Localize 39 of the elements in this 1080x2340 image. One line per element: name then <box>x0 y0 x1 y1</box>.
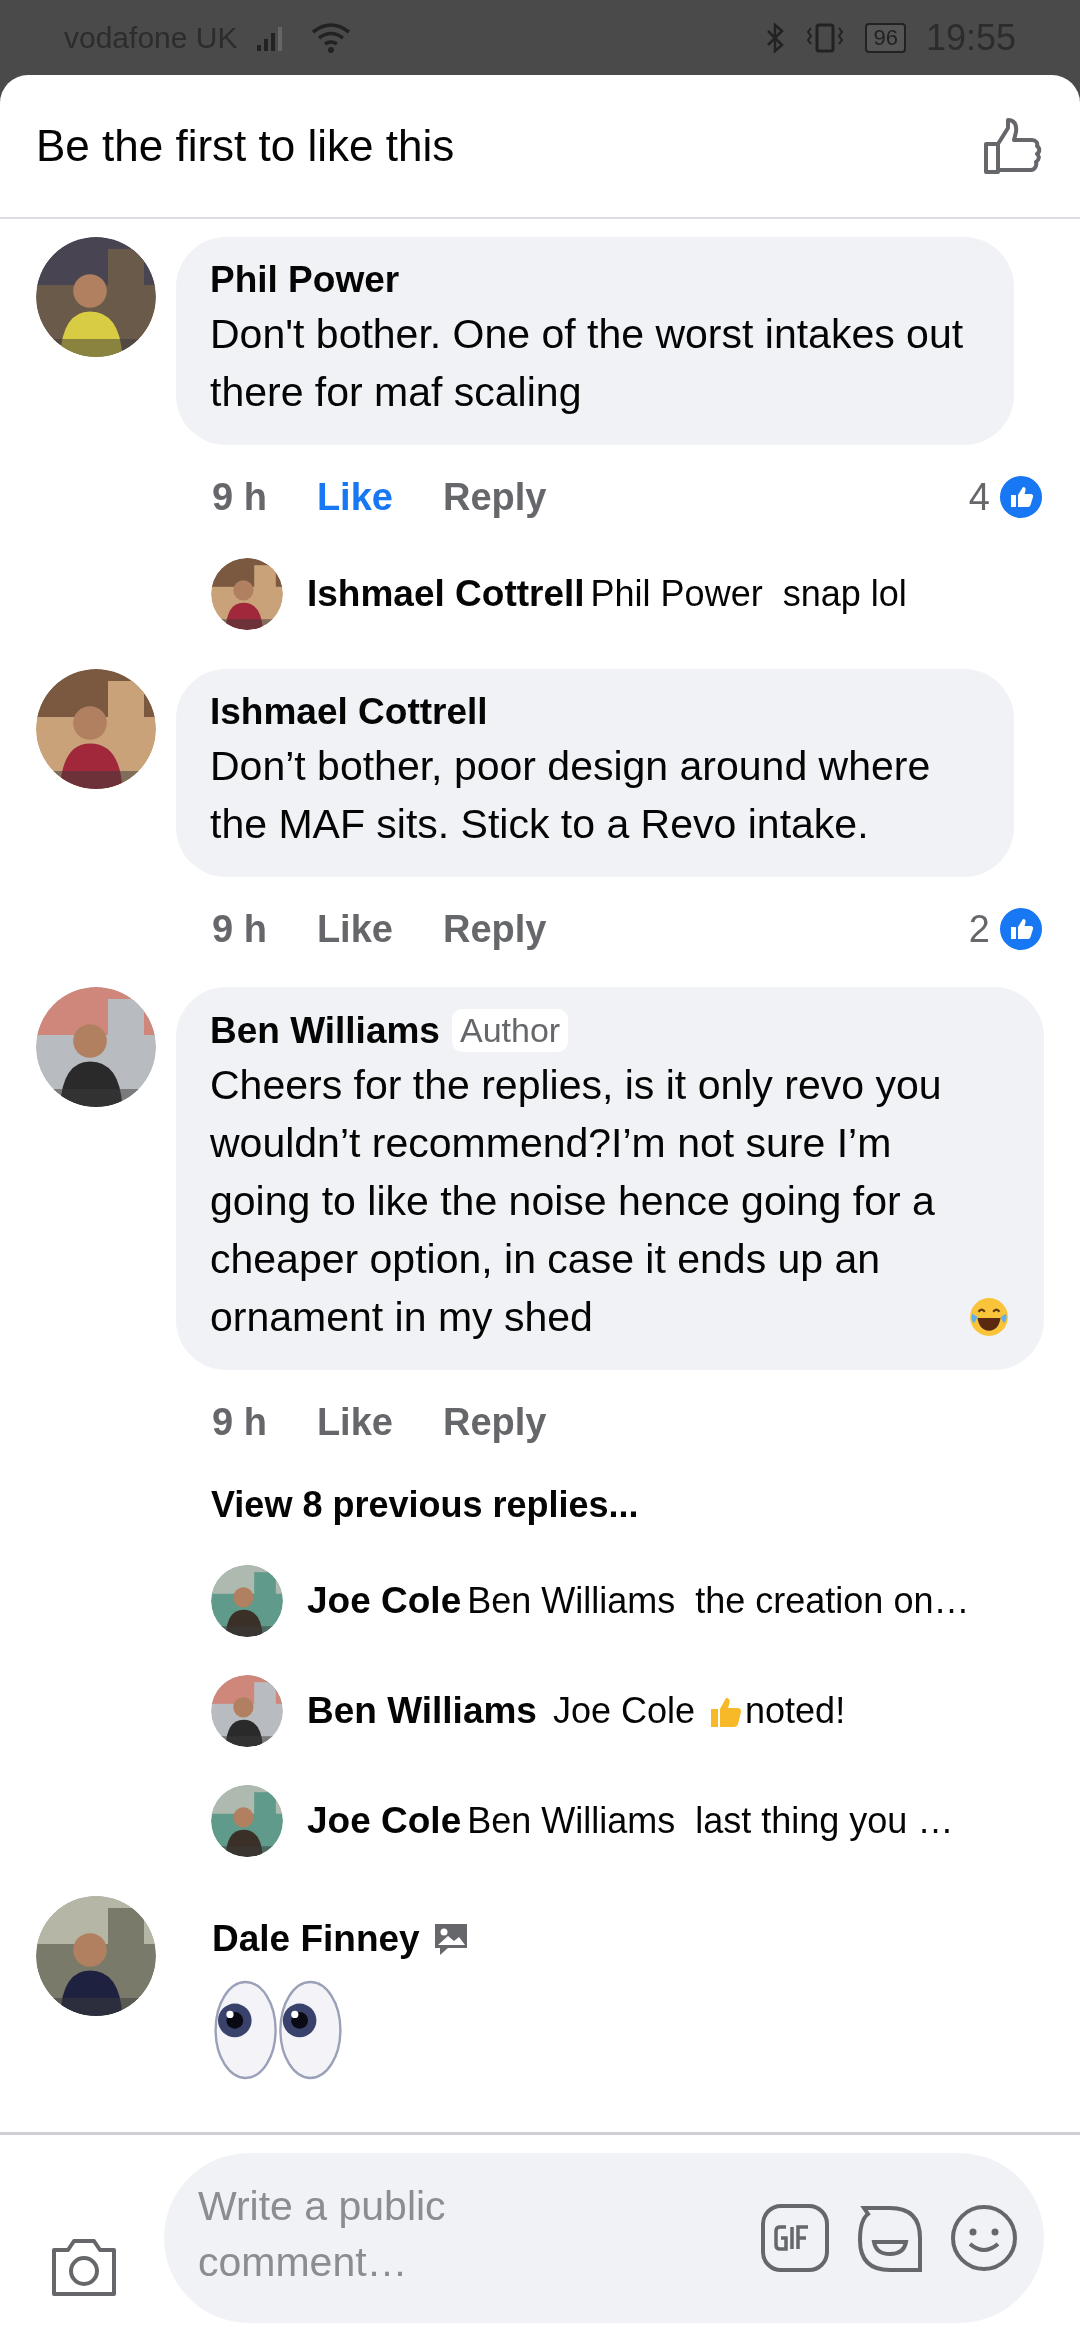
comment-time: 9 h <box>212 1400 267 1444</box>
commenter-name[interactable]: Ben Williams <box>210 1009 440 1052</box>
likes-summary: Be the first to like this <box>36 121 455 171</box>
view-more-replies-link[interactable]: View 8 previous replies... <box>176 1454 639 1546</box>
reply-text: Ben Williams last thing you … <box>467 1800 954 1842</box>
vibrate-icon <box>805 21 846 54</box>
commenter-name[interactable]: Ishmael Cottrell <box>210 691 488 733</box>
comment-time: 9 h <box>212 907 267 951</box>
bluetooth-icon <box>765 21 786 54</box>
reply-text: Joe Cole noted! <box>551 1690 846 1732</box>
reply-link[interactable]: Reply <box>442 907 547 951</box>
comment-text: Cheers for the replies, is it only revo you wouldn’t recommend?I’m not sure I’m going to like the noise hence going for a cheaper option, in case it ends up an ornament in my shed <box>210 1061 943 1342</box>
reply-link[interactable]: Reply <box>442 475 547 519</box>
reply-text: Phil Power snap lol <box>590 573 907 615</box>
reply-text: Ben Williams the creation on… <box>467 1580 970 1622</box>
commenter-name[interactable]: Dale Finney <box>212 1918 420 1960</box>
reply-author[interactable]: Joe Cole <box>307 1800 462 1842</box>
wifi-icon <box>311 21 352 54</box>
reaction-count: 2 <box>968 907 990 951</box>
like-link[interactable]: Like <box>316 1400 393 1444</box>
gif-icon[interactable] <box>760 2202 830 2273</box>
reply-author[interactable]: Ben Williams <box>307 1690 537 1732</box>
comment-box[interactable]: Write a public comment… <box>164 2152 1044 2323</box>
author-badge: Author <box>451 1009 569 1052</box>
commenter-name[interactable]: Phil Power <box>210 259 400 301</box>
comment-time: 9 h <box>212 475 267 519</box>
comment-text: Don’t bother, poor design around where the MAF sits. Stick to a Revo intake. <box>210 742 932 849</box>
reply-link[interactable]: Reply <box>442 1400 547 1444</box>
emoji-icon[interactable] <box>950 2203 1018 2272</box>
reply-author[interactable]: Ishmael Cottrell <box>307 573 585 615</box>
comment-field[interactable]: Write a public comment… <box>198 2177 528 2298</box>
thumbs-up-icon[interactable] <box>982 116 1044 176</box>
comment-text: Don't bother. One of the worst intakes out there for maf scaling <box>210 310 965 417</box>
like-reaction-icon <box>998 474 1044 520</box>
like-reaction-icon <box>998 906 1044 952</box>
like-link[interactable]: Like <box>316 907 393 951</box>
reply-author[interactable]: Joe Cole <box>307 1580 462 1622</box>
reaction-count: 4 <box>968 475 990 519</box>
like-link[interactable]: Like <box>316 475 393 519</box>
